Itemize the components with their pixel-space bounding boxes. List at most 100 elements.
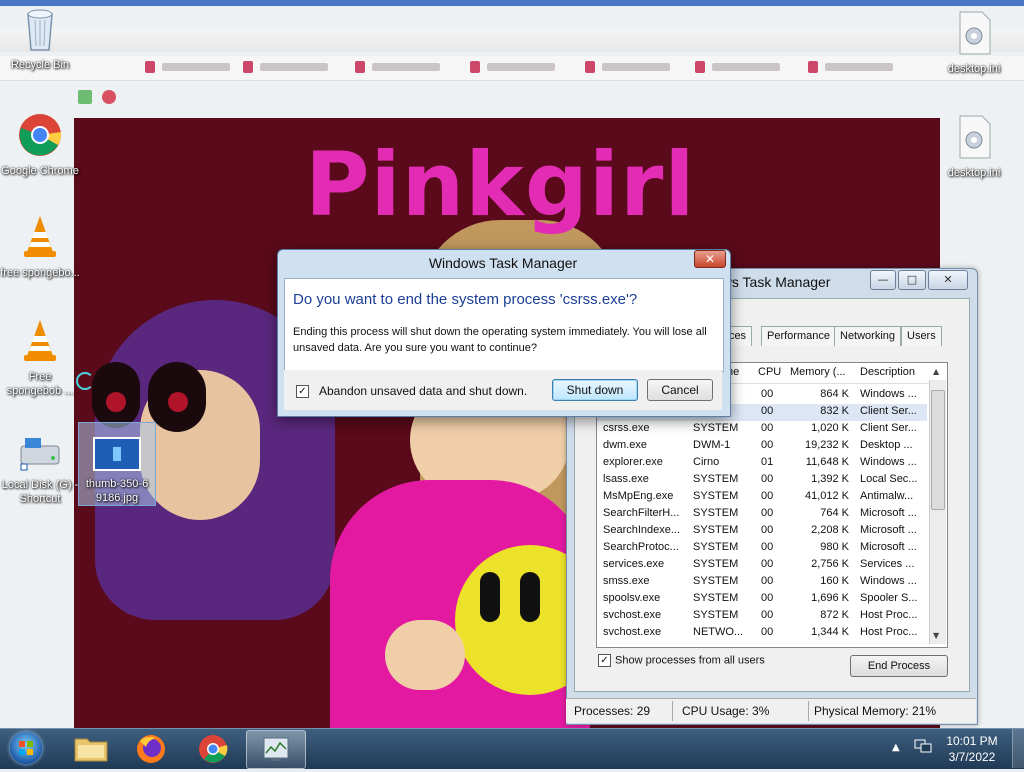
process-memory: 19,232 K [804, 439, 849, 451]
bookmark-item [487, 63, 555, 71]
end-process-button[interactable]: End Process [850, 655, 948, 677]
process-memory: 1,696 K [811, 592, 849, 604]
table-row[interactable]: lsass.exe SYSTEM 00 1,392 K Local Sec... [597, 472, 927, 489]
process-description: Windows ... [860, 575, 917, 587]
column-header-description[interactable]: Description [860, 366, 915, 378]
scroll-down-icon[interactable]: ▼ [933, 631, 939, 640]
vlc-icon [24, 216, 56, 257]
process-description: Services ... [860, 558, 915, 570]
table-row[interactable]: MsMpEng.exe SYSTEM 00 41,012 K Antimalw... [597, 489, 927, 506]
start-button[interactable] [10, 732, 42, 764]
tab-networking[interactable]: Networking [834, 326, 902, 346]
desktop-icon-label: desktop.ini [947, 63, 1001, 75]
process-description: Microsoft ... [860, 507, 917, 519]
checkbox-checked-icon: ✓ [598, 654, 611, 667]
show-hidden-icons-icon[interactable]: ▲ [892, 742, 900, 753]
scrollbar-thumb[interactable] [931, 390, 945, 510]
bookmark-item [825, 63, 893, 71]
process-description: Windows ... [860, 388, 917, 400]
settings-file-icon [959, 115, 991, 159]
hard-drive-icon [20, 438, 60, 471]
minimize-button[interactable]: — [870, 270, 896, 290]
clock-date: 3/7/2022 [948, 750, 996, 764]
tab-users[interactable]: Users [901, 326, 942, 346]
table-row[interactable]: dwm.exe DWM-1 00 19,232 K Desktop ... [597, 438, 927, 455]
tab-performance[interactable]: Performance [761, 326, 836, 346]
windows-logo-icon [19, 741, 33, 755]
scroll-up-icon[interactable]: ▲ [933, 367, 939, 376]
taskbar-task-manager[interactable] [246, 730, 306, 769]
dialog-message: Ending this process will shut down the o… [293, 326, 707, 354]
settings-file-icon [959, 11, 991, 55]
desktop-icon-google-chrome[interactable]: Google Chrome [0, 112, 80, 178]
table-row[interactable]: SearchIndexe... SYSTEM 00 2,208 K Microsoft … [597, 523, 927, 540]
table-row[interactable]: services.exe SYSTEM 00 2,756 K Services ... [597, 557, 927, 574]
desktop-icon-desktop-ini-1[interactable]: desktop.ini [934, 10, 1014, 76]
column-header-memory[interactable]: Memory (... [790, 366, 846, 378]
task-manager-icon [263, 737, 289, 761]
process-memory: 1,020 K [811, 422, 849, 434]
table-row[interactable]: smss.exe SYSTEM 00 160 K Windows ... [597, 574, 927, 591]
folder-icon [74, 738, 108, 762]
abandon-data-checkbox[interactable]: ✓ Abandon unsaved data and shut down. [296, 384, 528, 399]
table-row[interactable]: svchost.exe NETWO... 00 1,344 K Host Proc... [597, 625, 927, 642]
desktop-icon-local-disk-shortcut[interactable]: Local Disk (G) - Shortcut [0, 436, 80, 506]
chrome-icon [19, 114, 62, 156]
status-processes: Processes: 29 [574, 704, 651, 718]
table-row[interactable]: SearchProtoc... SYSTEM 00 980 K Microsoft ..… [597, 540, 927, 557]
dialog-close-button[interactable]: ✕ [694, 250, 726, 268]
task-manager-status-bar: Processes: 29 CPU Usage: 3% Physical Mem… [566, 698, 976, 723]
page-favicon-icon [78, 90, 92, 104]
table-row[interactable]: csrss.exe SYSTEM 00 1,020 K Client Ser... [597, 421, 927, 438]
status-physical-memory: Physical Memory: 21% [814, 704, 937, 718]
network-icon[interactable] [914, 738, 932, 754]
checkbox-checked-icon: ✓ [296, 385, 309, 399]
vlc-icon [24, 320, 56, 361]
background-browser-titlebar [0, 0, 1024, 6]
bookmark-icon [585, 61, 595, 73]
table-row[interactable]: svchost.exe SYSTEM 00 872 K Host Proc... [597, 608, 927, 625]
desktop-icon-desktop-ini-2[interactable]: desktop.ini [934, 114, 1014, 180]
cancel-button[interactable]: Cancel [647, 379, 713, 401]
desktop-icon-thumb-image[interactable]: thumb-350-6 9186.jpg [78, 422, 156, 506]
smiley-eye [480, 572, 500, 622]
close-button[interactable]: ✕ [928, 270, 968, 290]
bookmark-item [602, 63, 670, 71]
taskbar-explorer[interactable] [66, 731, 116, 767]
taskbar-chrome[interactable] [188, 731, 238, 767]
show-desktop-button[interactable] [1012, 729, 1024, 768]
maximize-button[interactable]: □ [898, 270, 926, 290]
desktop-icon-label: free spongebo... [0, 267, 80, 279]
desktop-icon-label: thumb-350-6 9186.jpg [85, 478, 149, 504]
shut-down-button[interactable]: Shut down [552, 379, 638, 401]
table-row[interactable]: explorer.exe Cirno 01 11,648 K Windows ... [597, 455, 927, 472]
column-header-cpu[interactable]: CPU [758, 366, 781, 378]
bookmark-icon [145, 61, 155, 73]
bookmark-icon [808, 61, 818, 73]
character-eye [148, 362, 206, 432]
bookmark-item [162, 63, 230, 71]
image-file-icon [93, 437, 141, 471]
table-row[interactable]: SearchFilterH... SYSTEM 00 764 K Microsoft .… [597, 506, 927, 523]
bookmark-icon [470, 61, 480, 73]
bookmark-icon [695, 61, 705, 73]
taskbar-firefox[interactable] [126, 731, 176, 767]
table-row[interactable]: spoolsv.exe SYSTEM 00 1,696 K Spooler S... [597, 591, 927, 608]
system-clock[interactable]: 10:01 PM 3/7/2022 [942, 733, 1002, 765]
process-memory: 160 K [820, 575, 849, 587]
process-description: Client Ser... [860, 405, 917, 417]
desktop-icon-recycle-bin[interactable]: Recycle Bin [0, 6, 80, 72]
show-all-processes-checkbox[interactable]: ✓ Show processes from all users [598, 654, 765, 667]
desktop-icon-label: desktop.ini [947, 167, 1001, 179]
desktop-icon-vlc-2[interactable]: Free spongebob ... [0, 318, 80, 398]
firefox-icon [137, 735, 165, 763]
process-description: Microsoft ... [860, 541, 917, 553]
process-memory: 1,392 K [811, 473, 849, 485]
desktop-icon-vlc-1[interactable]: free spongebo... [0, 214, 80, 280]
abandon-data-label: Abandon unsaved data and shut down. [319, 384, 528, 398]
desktop-icon-label: Recycle Bin [10, 59, 70, 71]
process-memory: 872 K [820, 609, 849, 621]
process-description: Antimalw... [860, 490, 914, 502]
process-memory: 2,756 K [811, 558, 849, 570]
status-cpu-usage: CPU Usage: 3% [682, 704, 770, 718]
